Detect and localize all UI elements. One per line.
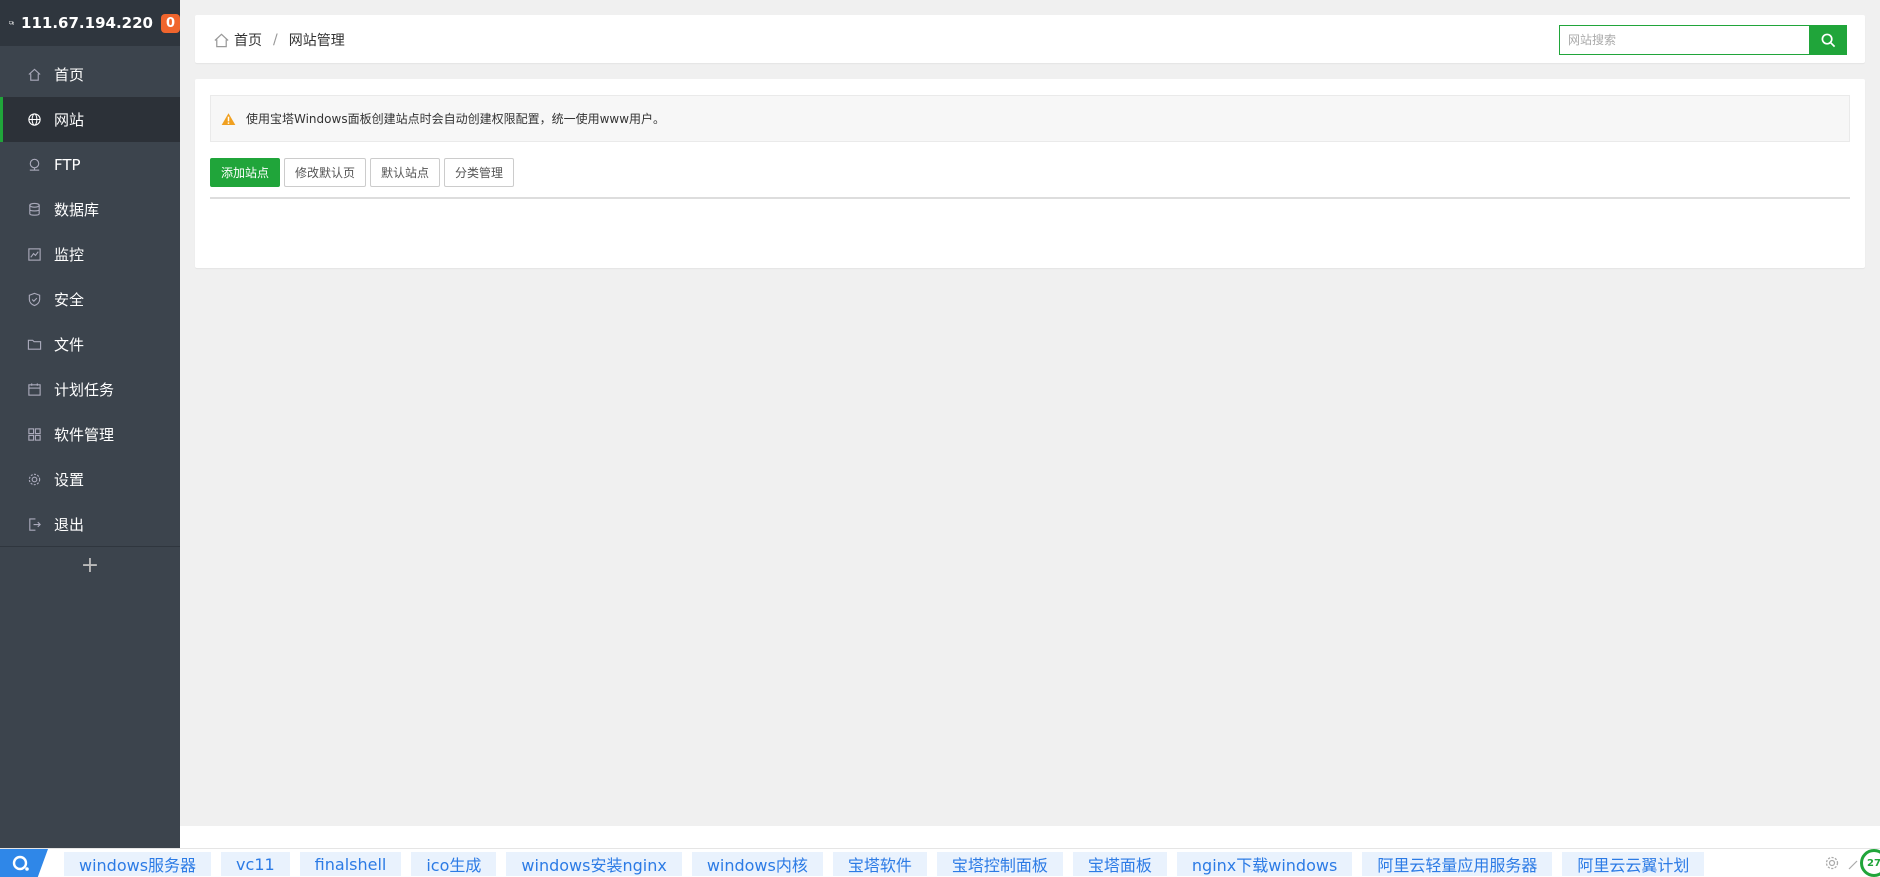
table-divider [210,197,1850,199]
bottom-tag-bar: windows服务器 vc11 finalshell ico生成 windows… [0,848,1880,877]
add-menu-button[interactable]: + [0,552,180,580]
alert-text: 使用宝塔Windows面板创建站点时会自动创建权限配置，统一使用www用户。 [246,112,666,126]
sidebar-item-website[interactable]: 网站 [0,97,180,142]
resize-icon [1848,860,1858,870]
sidebar-item-security[interactable]: 安全 [0,277,180,322]
logout-icon [27,517,42,532]
tag-item[interactable]: 阿里云轻量应用服务器 [1362,852,1553,876]
sidebar-item-home[interactable]: 首页 [0,52,180,97]
sidebar-item-logout[interactable]: 退出 [0,502,180,547]
sidebar-item-label: 监控 [54,246,85,264]
sidebar-item-database[interactable]: 数据库 [0,187,180,232]
add-site-button[interactable]: 添加站点 [210,158,281,187]
tag-item[interactable]: vc11 [221,852,290,876]
breadcrumb-separator: / [273,32,278,48]
sidebar-item-label: 首页 [54,66,85,84]
search-logo-icon [12,855,29,871]
server-header[interactable]: 111.67.194.220 0 [0,0,180,46]
search-input[interactable] [1559,25,1809,55]
sidebar-item-cron[interactable]: 计划任务 [0,367,180,412]
server-ip: 111.67.194.220 [21,14,153,32]
sidebar-item-software[interactable]: 软件管理 [0,412,180,457]
sidebar-item-label: 退出 [54,516,85,534]
sidebar-item-label: 计划任务 [54,381,115,399]
tag-item[interactable]: windows内核 [691,852,823,876]
warning-icon [221,112,236,125]
notification-badge[interactable]: 0 [160,13,180,33]
sidebar-item-ftp[interactable]: FTP [0,142,180,187]
sidebar-item-label: 数据库 [54,201,100,219]
category-manage-button[interactable]: 分类管理 [444,158,515,187]
home-icon [214,33,229,47]
monitor-icon [9,21,15,25]
calendar-icon [27,382,42,397]
info-alert: 使用宝塔Windows面板创建站点时会自动创建权限配置，统一使用www用户。 [210,95,1850,142]
site-toolbar: 添加站点 修改默认页 默认站点 分类管理 [210,158,518,187]
site-panel: 使用宝塔Windows面板创建站点时会自动创建权限配置，统一使用www用户。 添… [195,79,1865,268]
sidebar-item-label: 网站 [54,111,85,129]
database-icon [27,202,42,217]
shield-icon [27,292,42,307]
tag-item[interactable]: 宝塔面板 [1072,852,1167,876]
gear-icon[interactable] [1824,855,1840,871]
tag-item[interactable]: 宝塔软件 [832,852,927,876]
grid-icon [27,427,42,442]
monitor-chart-icon [27,247,42,262]
tag-item[interactable]: windows服务器 [64,852,212,876]
tag-item[interactable]: 宝塔控制面板 [936,852,1063,876]
sidebar-item-label: 设置 [54,471,85,489]
sidebar-menu: 首页 网站 FTP 数据库 监控 安全 文件 计划任务 软件管理 设置 退出 [0,46,180,547]
breadcrumb-current: 网站管理 [288,33,345,49]
globe-icon [27,112,42,127]
sidebar-item-files[interactable]: 文件 [0,322,180,367]
tag-item[interactable]: ico生成 [411,852,497,876]
sidebar-item-label: FTP [54,155,81,174]
sidebar-item-label: 文件 [54,336,85,354]
search-button[interactable] [1809,25,1847,55]
sidebar: 111.67.194.220 0 首页 网站 FTP 数据库 监控 安全 文件 … [0,0,180,848]
sidebar-item-settings[interactable]: 设置 [0,457,180,502]
site-search [1559,25,1847,55]
footer-strip [180,826,1880,848]
search-icon [1821,33,1835,47]
breadcrumb-home-link[interactable]: 首页 [234,30,262,50]
tag-item[interactable]: finalshell [299,852,402,876]
search-logo[interactable] [0,849,48,877]
modify-default-page-button[interactable]: 修改默认页 [284,158,367,187]
default-site-button[interactable]: 默认站点 [370,158,441,187]
breadcrumb: 首页 / 网站管理 [213,30,345,50]
sidebar-item-label: 安全 [54,291,85,309]
gear-icon [27,472,42,487]
sidebar-divider [0,546,180,547]
sidebar-item-monitor[interactable]: 监控 [0,232,180,277]
topbar: 首页 / 网站管理 [195,15,1865,63]
tag-item[interactable]: nginx下载windows [1176,852,1353,876]
tag-item[interactable]: 阿里云云翼计划 [1562,852,1705,876]
sidebar-item-label: 软件管理 [54,426,115,444]
folder-icon [27,337,42,352]
home-icon [27,67,42,82]
related-tags: windows服务器 vc11 finalshell ico生成 windows… [64,852,1714,876]
corner-badge[interactable]: 27 [1860,849,1880,877]
ftp-icon [27,157,42,172]
tag-item[interactable]: windows安装nginx [506,852,682,876]
